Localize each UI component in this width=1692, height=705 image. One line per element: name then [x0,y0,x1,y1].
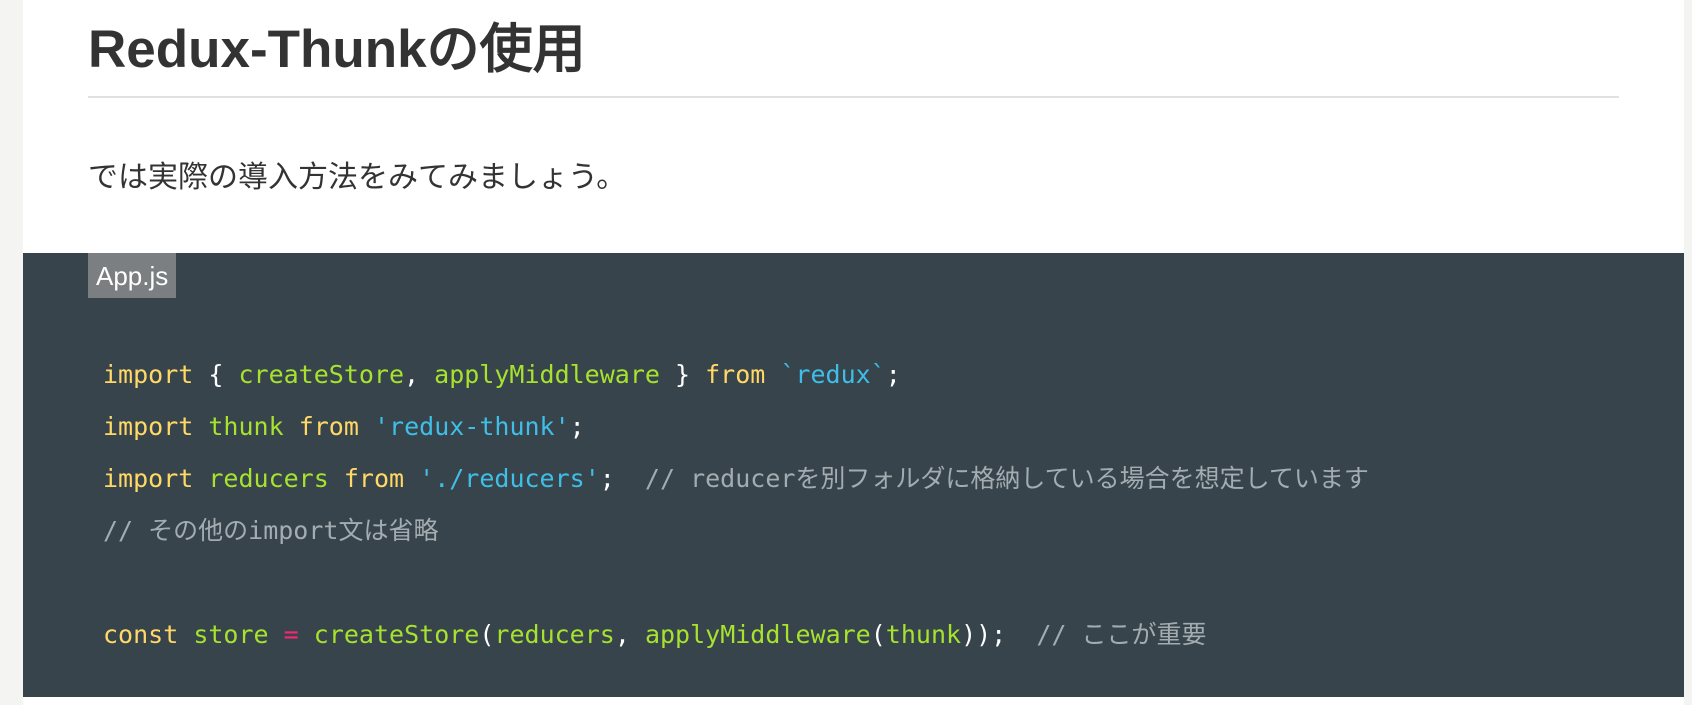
code-line: // その他のimport文は省略 [103,505,1369,557]
code-token-fn: applyMiddleware [644,620,871,649]
code-token-cm: // ここが重要 [1036,620,1207,649]
intro-paragraph: では実際の導入方法をみてみましょう。 [88,160,627,195]
code-line: import thunk from 'redux-thunk'; [103,401,1369,453]
code-token-pn: , [614,620,645,649]
code-token-fn: reducers [208,464,329,493]
code-token-str: './reducers' [419,464,600,493]
code-token-kw: import [103,464,194,493]
code-token-kw: from [298,412,359,441]
article-page: Redux-Thunkの使用 では実際の導入方法をみてみましょう。 App.js… [23,0,1684,705]
code-token-pn [765,360,780,389]
code-block: App.js import { createStore, applyMiddle… [23,253,1684,697]
code-token-pn: , [404,360,435,389]
code-token-pn [329,464,344,493]
code-token-pn [299,620,314,649]
code-line: const store = createStore(reducers, appl… [103,609,1369,661]
code-token-fn: thunk [885,620,962,649]
code-token-pn: } [659,360,706,389]
code-token-fn: createStore [313,620,480,649]
code-token-cm: // reducerを別フォルダに格納している場合を想定しています [644,464,1369,493]
code-token-pn [359,412,374,441]
code-token-pn: ( [479,620,495,649]
code-token-kw: from [705,360,766,389]
code-token-pn [284,412,299,441]
code-token-pn: ; [885,360,901,389]
code-token-kw: import [103,412,194,441]
code-token-str: 'redux-thunk' [373,412,570,441]
heading-divider [88,96,1619,98]
code-token-fn: createStore [238,360,405,389]
code-token-fn: reducers [494,620,615,649]
code-token-fn: thunk [208,412,284,441]
code-token-pn [404,464,419,493]
code-token-kw: from [343,464,405,493]
code-token-pn [193,412,208,441]
code-token-fn: store [193,620,269,649]
code-token-pn [193,464,208,493]
code-token-kw: import [103,360,194,389]
code-token-kw: const [103,620,179,649]
code-token-pn: ( [870,620,886,649]
section-heading: Redux-Thunkの使用 [88,20,586,79]
code-token-pn [269,620,284,649]
code-lines: import { createStore, applyMiddleware } … [103,349,1369,661]
code-line: import { createStore, applyMiddleware } … [103,349,1369,401]
code-token-pn [178,620,193,649]
code-token-pn: ; [599,464,645,493]
code-token-cm: // その他のimport文は省略 [103,516,439,545]
code-token-pn: ; [569,412,585,441]
filename-tab: App.js [88,253,177,298]
code-token-fn: applyMiddleware [434,360,660,389]
code-token-pn: )); [961,620,1037,649]
code-line: import reducers from './reducers'; // re… [103,453,1369,505]
code-token-str: `redux` [780,360,886,389]
code-token-pn: { [193,360,239,389]
code-token-op: = [283,620,299,649]
